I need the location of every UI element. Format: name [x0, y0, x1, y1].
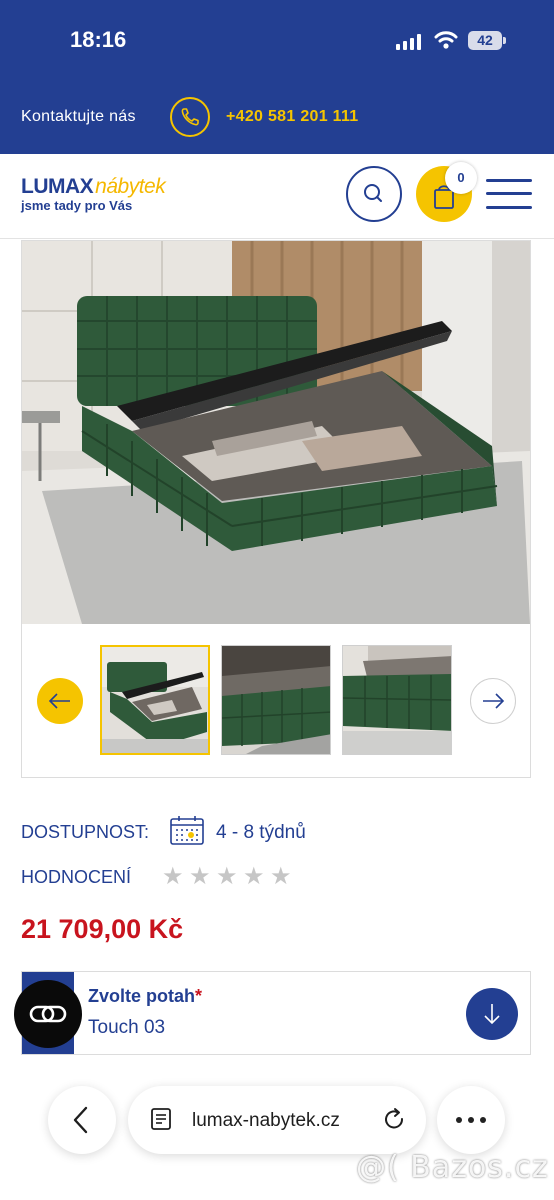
- search-icon: [364, 184, 382, 202]
- more-dot: [456, 1117, 462, 1123]
- calendar-icon: [170, 816, 204, 845]
- bazos-watermark: @( Bazos.cz: [356, 1150, 549, 1185]
- more-dot: [468, 1117, 474, 1123]
- link-icon: [29, 1005, 67, 1023]
- star-icon: ★: [270, 863, 292, 890]
- floating-link-button[interactable]: [14, 980, 82, 1048]
- site-logo[interactable]: LUMAXnábytek: [21, 175, 166, 199]
- battery-indicator: 42: [468, 31, 502, 50]
- battery-tip: [503, 37, 506, 44]
- status-time: 18:16: [70, 27, 127, 52]
- arrow-left-icon: [48, 693, 70, 709]
- product-price: 21 709,00 Kč: [21, 914, 184, 944]
- rating-stars[interactable]: ★ ★ ★ ★ ★: [162, 864, 297, 890]
- cellular-signal-icon: [396, 34, 422, 50]
- product-gallery: [21, 240, 531, 778]
- arrow-down-icon: [484, 1004, 500, 1025]
- url-text: lumax-nabytek.cz: [192, 1110, 340, 1131]
- gallery-next-button[interactable]: [470, 678, 516, 724]
- gallery-prev-button[interactable]: [37, 678, 83, 724]
- availability-label: DOSTUPNOST:: [21, 822, 150, 842]
- search-button[interactable]: [346, 166, 402, 222]
- hamburger-menu-icon[interactable]: [486, 179, 532, 211]
- star-icon: ★: [216, 863, 238, 890]
- cover-select-title: Zvolte potah*: [88, 986, 202, 1007]
- arrow-right-icon: [483, 693, 505, 709]
- cart-count-badge: 0: [445, 162, 477, 194]
- rating-label: HODNOCENÍ: [21, 867, 132, 887]
- gallery-thumbnail-1[interactable]: [100, 645, 210, 755]
- contact-label: Kontaktujte nás: [21, 108, 136, 125]
- more-dot: [480, 1117, 486, 1123]
- logo-main-text: LUMAX: [21, 175, 94, 198]
- product-main-image[interactable]: [22, 241, 530, 624]
- chevron-left-icon: [73, 1106, 88, 1134]
- logo-accent-text: nábytek: [95, 175, 166, 198]
- more-options-button[interactable]: [437, 1086, 505, 1154]
- site-header: LUMAXnábytek jsme tady pro Vás 0: [0, 154, 554, 239]
- gallery-thumbnail-2[interactable]: [221, 645, 331, 755]
- star-icon: ★: [162, 863, 184, 890]
- phone-number-link[interactable]: +420 581 201 111: [226, 108, 359, 126]
- reload-icon[interactable]: [380, 1105, 410, 1135]
- page-settings-icon: [151, 1108, 171, 1130]
- gallery-thumbnail-3[interactable]: [342, 645, 452, 755]
- top-bar: 18:16 42 Kontaktujte nás +420 581 201 11…: [0, 0, 554, 154]
- browser-back-button[interactable]: [48, 1086, 116, 1154]
- address-bar[interactable]: lumax-nabytek.cz: [128, 1086, 426, 1154]
- cover-select-value: Touch 03: [88, 1017, 166, 1038]
- star-icon: ★: [243, 863, 265, 890]
- phone-icon[interactable]: [170, 97, 210, 137]
- cover-dropdown-button[interactable]: [466, 988, 518, 1040]
- required-marker: *: [195, 986, 203, 1006]
- cover-select[interactable]: Zvolte potah* Touch 03: [21, 971, 531, 1055]
- star-icon: ★: [189, 863, 211, 890]
- availability-value: 4 - 8 týdnů: [216, 822, 306, 843]
- logo-tagline: jsme tady pro Vás: [21, 198, 133, 213]
- wifi-icon: [434, 31, 458, 49]
- cover-select-title-text: Zvolte potah: [88, 986, 195, 1006]
